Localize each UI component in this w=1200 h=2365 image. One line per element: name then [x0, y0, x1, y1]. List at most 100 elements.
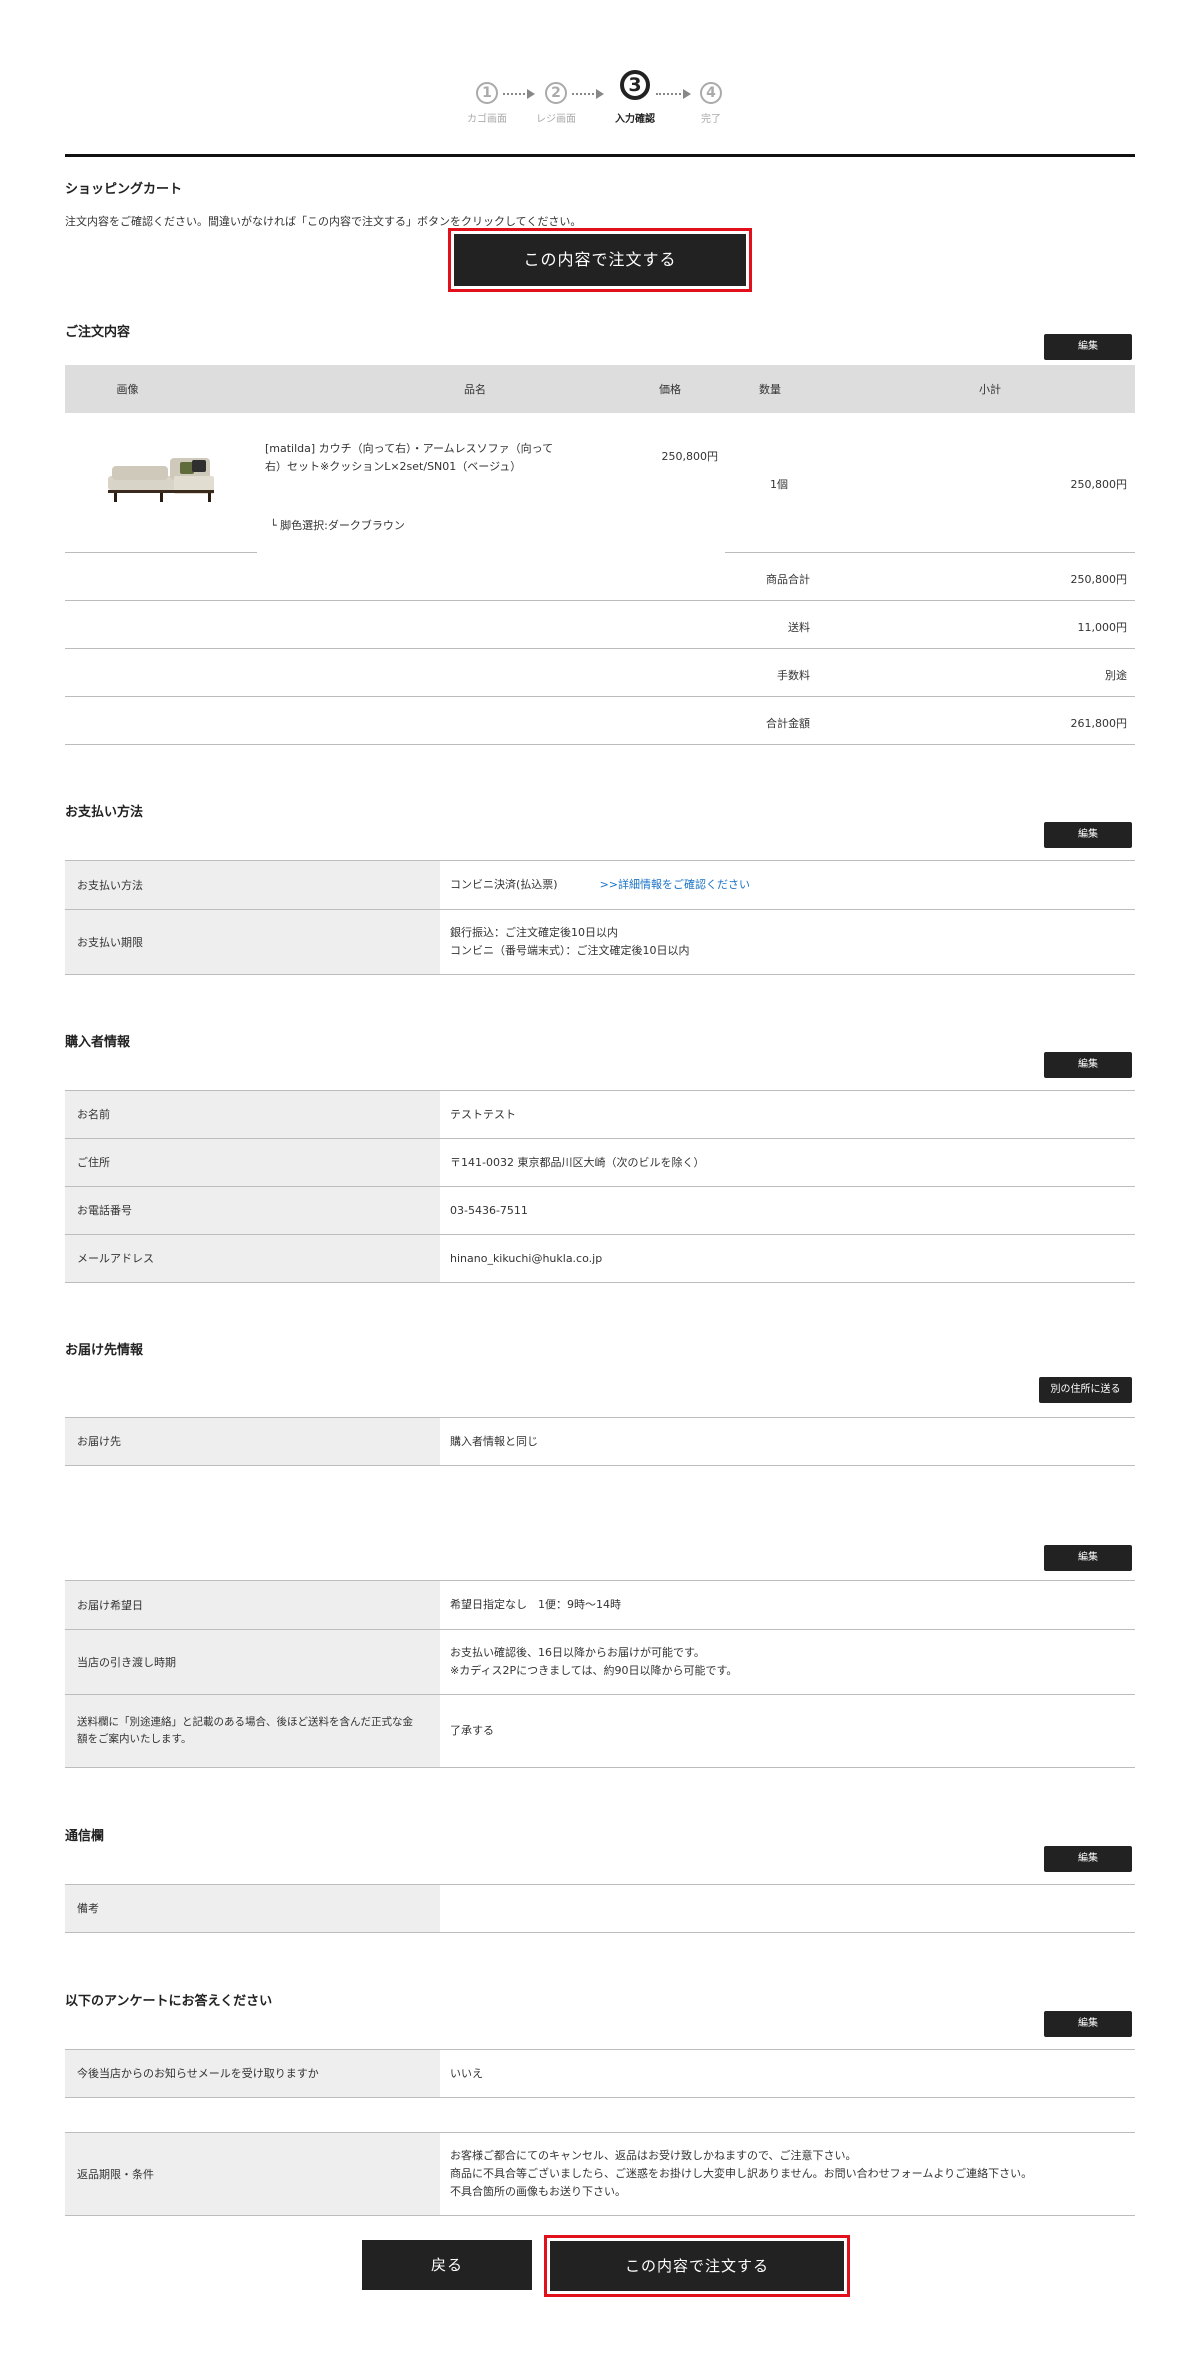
sofa-product-image — [100, 448, 220, 508]
step-1-label: カゴ画面 — [467, 114, 507, 125]
row-divider — [725, 552, 1135, 553]
shipping-fee-label: 送料欄に「別途連絡」と記載のある場合、後ほど送料を含んだ正式な金 額をご案内いた… — [65, 1695, 440, 1767]
summary-fee-value: 別途 — [1105, 669, 1127, 682]
summary-shipping-value: 11,000円 — [1077, 621, 1128, 634]
delivery-date-value: 希望日指定なし 1便：9時～14時 — [450, 1598, 621, 1611]
item-quantity: 1個 — [770, 478, 788, 491]
buyer-address-value: 〒141-0032 東京都品川区大崎（次のビルを除く） — [450, 1155, 705, 1169]
comm-section-title: 通信欄 — [65, 1829, 105, 1844]
summary-fee-label: 手数料 — [777, 669, 810, 682]
row-divider — [65, 974, 1135, 975]
step-1-icon: 1 — [476, 82, 498, 104]
buyer-phone-value: 03-5436-7511 — [450, 1203, 528, 1217]
step-3-icon: 3 — [620, 70, 650, 100]
summary-items-label: 商品合計 — [766, 573, 810, 586]
item-price: 250,800円 — [661, 450, 719, 463]
remarks-label: 備考 — [65, 1885, 440, 1932]
return-policy-cell: お客様ご都合にてのキャンセル、返品はお受け致しかねますので、ご注意下さい。 商品… — [450, 2133, 1130, 2215]
buyer-name-label: お名前 — [65, 1091, 440, 1138]
row-divider — [65, 744, 1135, 745]
step-4-icon: 4 — [700, 82, 722, 104]
row-divider — [65, 552, 257, 553]
order-table-header: 画像 品名 価格 数量 小計 — [65, 365, 1135, 413]
newsletter-value: いいえ — [450, 2066, 483, 2080]
buyer-email-value: hinano_kikuchi@hukla.co.jp — [450, 1251, 603, 1265]
row-divider — [65, 1465, 1135, 1466]
step-arrow-icon — [656, 89, 691, 99]
return-policy-label: 返品期限・条件 — [65, 2133, 440, 2215]
survey-section-title: 以下のアンケートにお答えください — [65, 1994, 273, 2009]
payment-method-label: お支払い方法 — [65, 861, 440, 909]
comm-edit-button[interactable]: 編集 — [1044, 1846, 1132, 1872]
buyer-phone-label: お電話番号 — [65, 1187, 440, 1234]
instruction-text: 注文内容をご確認ください。間違いがなければ「この内容で注文する」ボタンをクリック… — [65, 215, 582, 228]
item-name-line2: 右）セット※クッションL×2set/SN01（ベージュ） — [265, 460, 522, 473]
col-price: 価格 — [659, 383, 681, 396]
order-edit-button[interactable]: 編集 — [1044, 334, 1132, 360]
summary-items-value: 250,800円 — [1070, 573, 1128, 586]
col-name: 品名 — [464, 383, 486, 396]
deadline-conbini: コンビニ（番号端末式）：ご注文確定後10日以内 — [450, 944, 690, 957]
step-4-label: 完了 — [701, 114, 721, 125]
row-divider — [65, 600, 1135, 601]
payment-details-link[interactable]: >>詳細情報をご確認ください — [600, 876, 750, 894]
buyer-address-label: ご住所 — [65, 1139, 440, 1186]
order-section-title: ご注文内容 — [65, 325, 131, 340]
item-name: [matilda] カウチ（向って右）・アームレスソファ（向って 右）セット※ク… — [265, 440, 595, 476]
payment-deadline-cell: 銀行振込：ご注文確定後10日以内 コンビニ（番号端末式）：ご注文確定後10日以内 — [450, 910, 1130, 974]
handover-cell: お支払い確認後、16日以降からお届けが可能です。 ※カディス2Pにつきましては、… — [450, 1630, 1130, 1694]
shipping-dest-label: お届け先 — [65, 1418, 440, 1465]
delivery-edit-button[interactable]: 編集 — [1044, 1545, 1132, 1571]
item-option: └ 脚色選択:ダークブラウン — [270, 519, 405, 532]
payment-deadline-label: お支払い期限 — [65, 910, 440, 974]
row-divider — [65, 2097, 1135, 2098]
buyer-name-value: テストテスト — [450, 1107, 516, 1121]
order-button-top[interactable]: この内容で注文する — [454, 234, 746, 286]
shipping-section-title: お届け先情報 — [65, 1343, 144, 1358]
header-divider — [65, 154, 1135, 157]
col-subtotal: 小計 — [979, 383, 1001, 396]
return-line3: 不具合箇所の画像もお送り下さい。 — [450, 2185, 626, 2198]
remarks-value — [450, 1885, 1130, 1932]
shipping-dest-value: 購入者情報と同じ — [450, 1434, 538, 1448]
row-divider — [65, 1932, 1135, 1933]
item-subtotal: 250,800円 — [1070, 478, 1128, 491]
step-arrow-icon — [572, 89, 604, 99]
buyer-email-label: メールアドレス — [65, 1235, 440, 1282]
row-divider — [65, 648, 1135, 649]
buyer-edit-button[interactable]: 編集 — [1044, 1052, 1132, 1078]
row-divider — [65, 1767, 1135, 1768]
col-qty: 数量 — [759, 383, 781, 396]
payment-method-cell: コンビニ決済(払込票) >>詳細情報をご確認ください — [450, 861, 1130, 909]
shipping-fee-value: 了承する — [450, 1724, 494, 1737]
payment-section-title: お支払い方法 — [65, 805, 144, 820]
other-address-button[interactable]: 別の住所に送る — [1039, 1377, 1132, 1403]
page-title: ショッピングカート — [65, 182, 183, 197]
return-line1: お客様ご都合にてのキャンセル、返品はお受け致しかねますので、ご注意下さい。 — [450, 2149, 857, 2162]
fee-label-line2: 額をご案内いたします。 — [77, 1733, 192, 1745]
row-divider — [65, 1282, 1135, 1283]
return-line2: 商品に不具合等ございましたら、ご迷惑をお掛けし大変申し訳ありません。お問い合わせ… — [450, 2167, 1033, 2180]
step-arrow-icon — [503, 89, 535, 99]
row-divider — [65, 2215, 1135, 2216]
row-divider — [65, 696, 1135, 697]
survey-edit-button[interactable]: 編集 — [1044, 2011, 1132, 2037]
summary-total-value: 261,800円 — [1070, 717, 1128, 730]
newsletter-label: 今後当店からのお知らせメールを受け取りますか — [65, 2050, 440, 2097]
step-3-label: 入力確認 — [615, 114, 655, 125]
back-button[interactable]: 戻る — [362, 2240, 532, 2290]
deadline-bank: 銀行振込：ご注文確定後10日以内 — [450, 926, 618, 939]
buyer-section-title: 購入者情報 — [65, 1035, 131, 1050]
summary-total-label: 合計金額 — [766, 717, 810, 730]
summary-shipping-label: 送料 — [788, 621, 810, 634]
step-2-icon: 2 — [545, 82, 567, 104]
handover-line1: お支払い確認後、16日以降からお届けが可能です。 — [450, 1646, 705, 1659]
delivery-date-label: お届け希望日 — [65, 1581, 440, 1629]
order-button-bottom[interactable]: この内容で注文する — [550, 2241, 844, 2291]
item-name-line1: [matilda] カウチ（向って右）・アームレスソファ（向って — [265, 442, 554, 455]
fee-label-line1: 送料欄に「別途連絡」と記載のある場合、後ほど送料を含んだ正式な金 — [77, 1716, 413, 1728]
col-image: 画像 — [116, 383, 139, 396]
payment-edit-button[interactable]: 編集 — [1044, 822, 1132, 848]
handover-line2: ※カディス2Pにつきましては、約90日以降から可能です。 — [450, 1664, 738, 1677]
payment-method-value: コンビニ決済(払込票) — [450, 878, 558, 891]
